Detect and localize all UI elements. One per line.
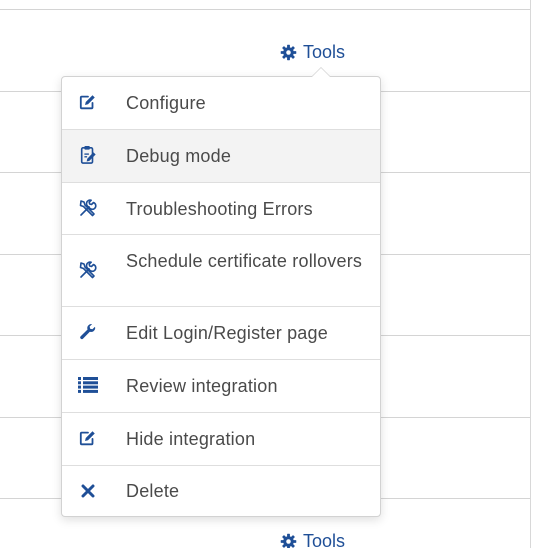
table-right-border xyxy=(530,0,531,548)
menu-item-label: Schedule certificate rollovers xyxy=(126,251,363,271)
page: Tools Tools Configure Debug mode Trouble… xyxy=(0,0,536,548)
tools-dropdown-menu: Configure Debug mode Troubleshooting Err… xyxy=(61,67,381,517)
menu-item-schedule-certificate-rollovers[interactable]: Schedule certificate rollovers xyxy=(62,235,380,307)
menu-item-review-integration[interactable]: Review integration xyxy=(62,360,380,413)
edit-icon xyxy=(78,92,98,112)
menu-item-label: Hide integration xyxy=(126,429,256,449)
menu-item-hide-integration[interactable]: Hide integration xyxy=(62,413,380,466)
menu-item-edit-login-register-page[interactable]: Edit Login/Register page xyxy=(62,307,380,360)
menu-item-label: Troubleshooting Errors xyxy=(126,199,313,219)
menu-item-troubleshooting-errors[interactable]: Troubleshooting Errors xyxy=(62,183,380,235)
edit-icon xyxy=(78,428,98,448)
close-icon xyxy=(78,481,98,501)
menu-item-label: Delete xyxy=(126,481,180,501)
row-divider xyxy=(0,9,530,10)
tools-icon xyxy=(78,260,98,280)
tools-icon xyxy=(78,198,98,218)
clipboard-edit-icon xyxy=(78,145,98,165)
menu-item-delete[interactable]: Delete xyxy=(62,466,380,516)
wrench-icon xyxy=(78,322,98,342)
menu-item-label: Review integration xyxy=(126,376,278,396)
tools-button[interactable]: Tools xyxy=(280,41,345,63)
tools-button[interactable]: Tools xyxy=(280,530,345,548)
menu-item-label: Debug mode xyxy=(126,146,232,166)
tools-label: Tools xyxy=(303,42,346,62)
menu-item-configure[interactable]: Configure xyxy=(62,77,380,130)
list-icon xyxy=(78,375,98,395)
menu-item-debug-mode[interactable]: Debug mode xyxy=(62,130,380,183)
menu-caret xyxy=(312,68,330,77)
menu-item-label: Edit Login/Register page xyxy=(126,323,328,343)
gear-icon xyxy=(280,533,297,548)
tools-label: Tools xyxy=(303,531,346,548)
gear-icon xyxy=(280,44,297,61)
menu-item-label: Configure xyxy=(126,93,206,113)
